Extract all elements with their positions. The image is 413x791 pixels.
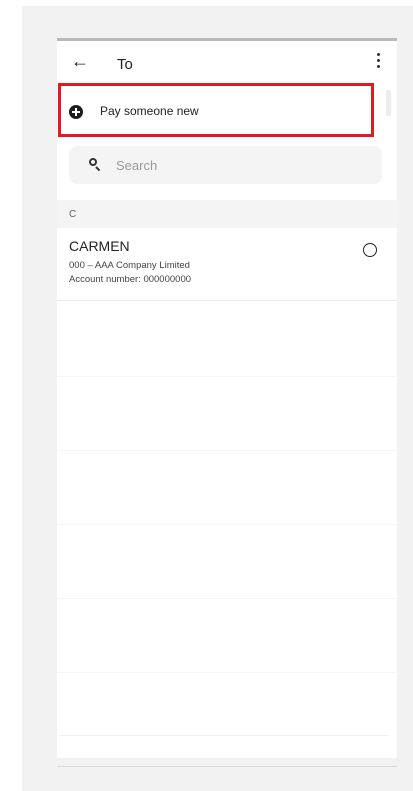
list-divider [57, 672, 397, 673]
payee-row[interactable]: CARMEN 000 – AAA Company Limited Account… [57, 230, 397, 301]
search-bar[interactable]: Search [69, 146, 382, 184]
search-icon [89, 158, 101, 172]
list-divider [57, 376, 397, 377]
search-input[interactable]: Search [116, 158, 157, 173]
bottom-bar [60, 735, 388, 756]
section-label: C [69, 209, 77, 220]
section-header: C [57, 200, 397, 228]
plus-circle-icon [69, 105, 83, 119]
page-title: To [117, 56, 133, 73]
list-divider [57, 524, 397, 525]
pay-someone-new-label: Pay someone new [100, 104, 199, 118]
select-radio-button[interactable] [363, 243, 377, 257]
phone-screen: ← To Pay someone new Search C CARMEN 000… [57, 38, 397, 758]
payee-name: CARMEN [69, 238, 130, 254]
back-arrow-icon[interactable]: ← [71, 51, 89, 71]
pay-someone-new-button[interactable]: Pay someone new [57, 86, 397, 136]
top-app-bar: ← To [57, 41, 397, 85]
payee-account-number: Account number: 000000000 [69, 274, 192, 285]
bottom-divider [57, 766, 397, 767]
more-options-icon[interactable] [377, 53, 381, 73]
payee-bank: 000 – AAA Company Limited [69, 260, 190, 271]
list-divider [57, 598, 397, 599]
list-divider [57, 450, 397, 451]
